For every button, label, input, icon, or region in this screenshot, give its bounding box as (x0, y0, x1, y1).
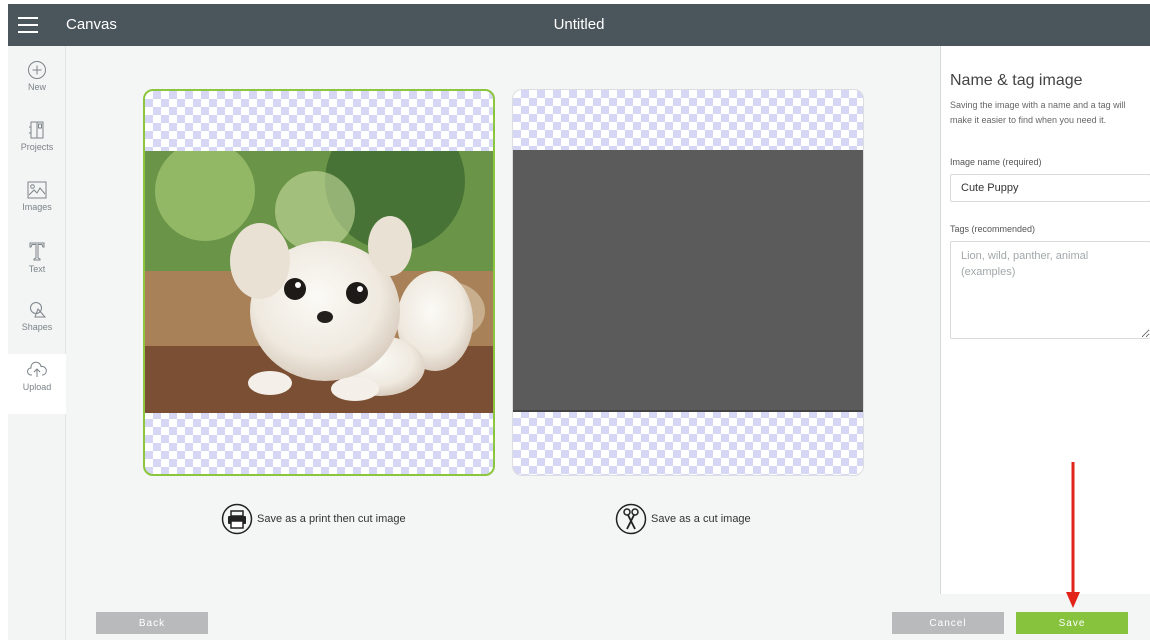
tags-field[interactable] (950, 241, 1150, 339)
document-title: Untitled (553, 16, 605, 33)
upload-cloud-icon (27, 361, 47, 377)
hamburger-menu-icon[interactable] (18, 17, 38, 33)
scissors-icon (615, 503, 647, 535)
cut-only-label: Save as a cut image (651, 513, 751, 525)
cancel-button[interactable]: Cancel (892, 612, 1004, 634)
sidebar-item-label: Images (22, 202, 52, 212)
sidebar-item-shapes[interactable]: Shapes (8, 294, 66, 354)
sidebar-item-images[interactable]: Images (8, 174, 66, 234)
cut-only-option[interactable]: Save as a cut image (615, 502, 751, 536)
sidebar-item-upload[interactable]: Upload (8, 354, 66, 414)
image-name-field[interactable] (950, 174, 1150, 202)
print-then-cut-label: Save as a print then cut image (257, 513, 406, 525)
sidebar-item-label: Text (28, 264, 46, 274)
footer-bar: Back Cancel Save (66, 594, 1150, 640)
cut-shape-preview (513, 150, 863, 412)
back-button[interactable]: Back (96, 612, 208, 634)
sidebar-item-text[interactable]: Text (8, 234, 66, 294)
cut-only-preview[interactable] (512, 89, 864, 476)
sidebar-item-label: Projects (20, 142, 54, 152)
images-icon (27, 181, 47, 199)
panel-title: Name & tag image (950, 72, 1083, 89)
image-name-label: Image name (required) (950, 157, 1042, 167)
text-icon (29, 242, 45, 261)
projects-icon (29, 121, 44, 139)
top-bar: Canvas Untitled (8, 4, 1150, 46)
image-type-selection-area: Save as a print then cut image Save as a… (66, 46, 940, 594)
app-name: Canvas (66, 16, 117, 33)
print-then-cut-option[interactable]: Save as a print then cut image (221, 502, 406, 536)
shapes-icon (30, 302, 47, 318)
name-tag-panel: Name & tag image Saving the image with a… (940, 46, 1150, 594)
sidebar-item-label: Upload (22, 382, 52, 392)
tags-label: Tags (recommended) (950, 224, 1036, 234)
puppy-illustration (145, 151, 493, 413)
sidebar-item-projects[interactable]: Projects (8, 114, 66, 174)
print-then-cut-preview[interactable] (143, 89, 495, 476)
plus-circle-icon (28, 61, 46, 79)
panel-description: Saving the image with a name and a tag w… (950, 100, 1126, 125)
sidebar-item-label: Shapes (21, 322, 53, 332)
sidebar-item-new[interactable]: New (8, 54, 66, 114)
save-button[interactable]: Save (1016, 612, 1128, 634)
left-sidebar: New Projects Images Text Shapes Upload (8, 46, 66, 640)
printer-icon (221, 503, 253, 535)
sidebar-item-label: New (27, 82, 46, 92)
puppy-image (145, 151, 493, 413)
app-window: Canvas Untitled New Projects Images Text… (0, 0, 1150, 640)
